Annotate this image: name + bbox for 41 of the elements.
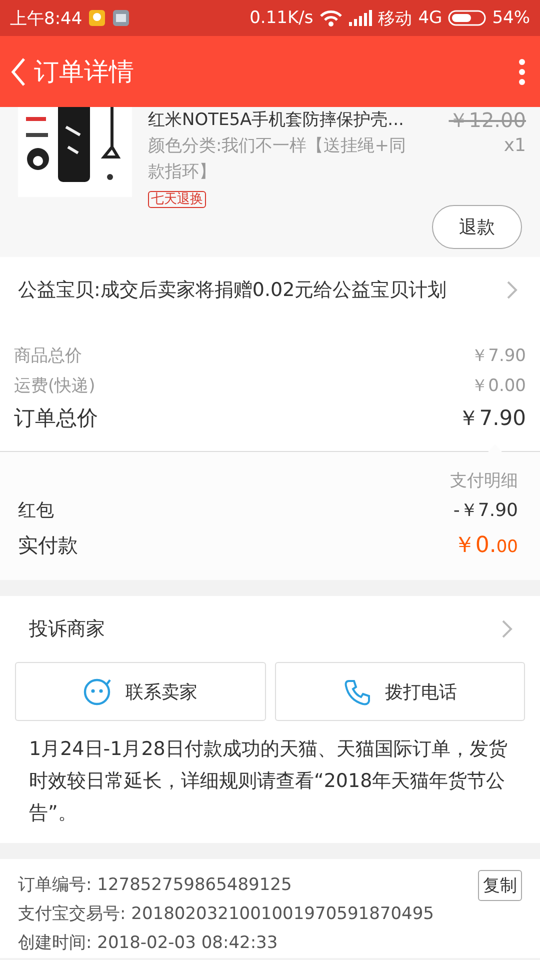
network-speed: 0.11K/s [250,8,314,28]
complaint-label[interactable]: 投诉商家 [29,616,105,642]
shipping-notice: 1月24日-1月28日付款成功的天猫、天猫国际订单，发货时效较日常延长，详细规则请查看“2018年天猫年货节公告”。 [29,737,508,826]
product-title: 红米NOTE5A手机套防摔保护壳... [148,109,405,132]
page-title: 订单详情 [34,56,135,88]
carrier-name: 移动 [378,8,412,30]
price-value: ￥7.90 [458,405,526,432]
contact-seller-button[interactable]: 联系卖家 [15,662,266,721]
copy-button[interactable]: 复制 [478,870,522,901]
price-value: ￥0.00 [471,375,526,398]
more-button[interactable] [518,58,526,86]
price-label: 订单总价 [14,405,98,432]
phone-icon [342,678,371,706]
quantity: x1 [502,134,526,158]
battery-percent: 54% [492,8,530,28]
payment-label: 红包 [18,499,54,523]
network-type: 4G [418,8,442,28]
chevron-icon [506,280,518,300]
order-info-text: 支付宝交易号: 2018020321001001970591870495 [18,903,434,926]
return-badge: 七天退换 [148,191,206,208]
chevron-icon [501,619,513,639]
original-price: ￥12.00 [448,107,526,133]
payment-value: -￥7.90 [453,499,518,523]
chat-bubble-icon [83,678,112,706]
call-button[interactable]: 拨打电话 [274,662,525,721]
battery-icon [448,10,486,26]
back-icon [10,56,28,86]
price-label: 商品总价 [14,345,82,368]
order-info-text: 创建时间: 2018-02-03 08:42:33 [18,932,278,955]
back-button[interactable] [10,56,28,86]
refund-button[interactable]: 退款 [432,205,522,249]
signal-icon [349,10,372,26]
wifi-icon [319,9,344,27]
price-label: 运费(快递) [14,375,96,398]
paid-label: 实付款 [18,532,78,559]
order-info-text: 订单编号: 127852759865489125 [18,874,292,897]
paid-amount: ￥0.00 [453,532,518,560]
clock: 上午8:44 [10,8,82,30]
more-icon [518,58,526,86]
product-variant: 颜色分类:我们不一样【送挂绳+同款指环】 [148,135,407,184]
price-value: ￥7.90 [471,345,526,368]
